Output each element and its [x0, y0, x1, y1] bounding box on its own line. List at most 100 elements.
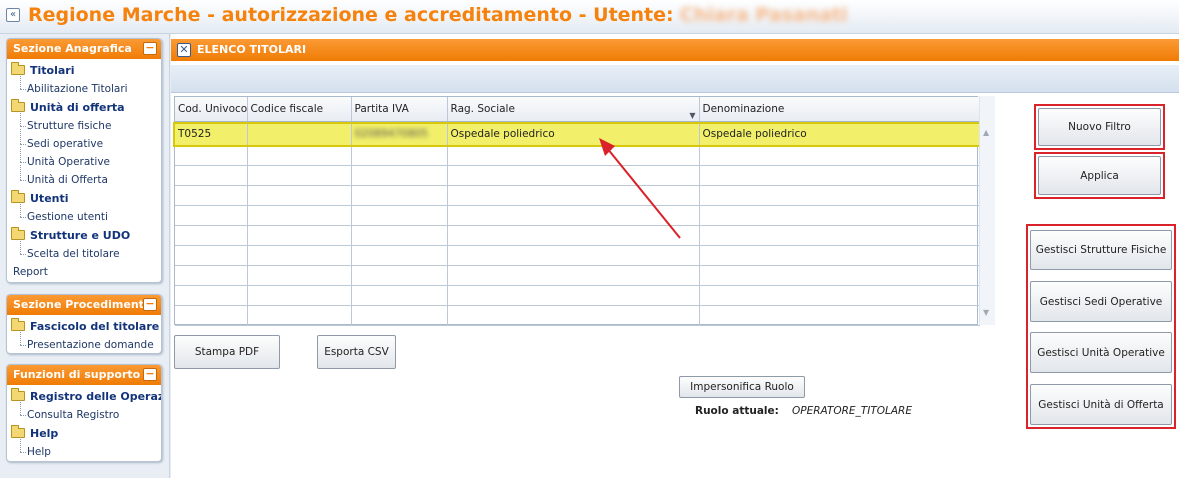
column-label: Rag. Sociale: [450, 102, 515, 115]
folder-icon: [11, 99, 25, 112]
tree-item-strutture-fisiche[interactable]: Strutture fisiche: [11, 111, 161, 135]
tree-item-abilitazione-titolari[interactable]: Abilitazione Titolari: [11, 74, 161, 98]
collapse-panel-icon[interactable]: −: [143, 368, 157, 381]
empty-row: [175, 205, 980, 226]
sort-arrow-icon[interactable]: ▼: [689, 111, 695, 120]
empty-row: [175, 285, 980, 306]
ruolo-label: Ruolo attuale:: [695, 405, 779, 417]
app-header: « Regione Marche - autorizzazione e accr…: [0, 0, 1179, 34]
tree-item-sedi-operative[interactable]: Sedi operative: [11, 129, 161, 153]
tree-group-label: Strutture e UDO: [30, 229, 131, 242]
close-icon[interactable]: ✕: [177, 43, 191, 57]
empty-row: [175, 305, 980, 326]
empty-row: [175, 245, 980, 266]
tree-item-gestione-utenti[interactable]: Gestione utenti: [11, 202, 161, 226]
folder-icon: [11, 227, 25, 240]
collapse-panel-icon[interactable]: −: [143, 42, 157, 55]
tree-item-unita-operative[interactable]: Unità Operative: [11, 147, 161, 171]
tree-group-strutture-e-udo[interactable]: Strutture e UDO: [11, 226, 161, 245]
table-row[interactable]: T0525 02089470805 Ospedale poliedrico Os…: [173, 122, 981, 147]
column-header-codice-fiscale[interactable]: Codice fiscale: [247, 97, 352, 122]
gestisci-sedi-operative-button[interactable]: Gestisci Sedi Operative: [1030, 281, 1172, 322]
scroll-up-icon[interactable]: ▲: [983, 128, 989, 137]
panel-title: Sezione Procedimenti: [13, 298, 148, 311]
tree-item-presentazione-domande[interactable]: Presentazione domande: [11, 330, 161, 354]
tree-item-unita-di-offerta[interactable]: Unità di Offerta: [11, 165, 161, 189]
column-header-denominazione[interactable]: Denominazione: [699, 97, 980, 122]
folder-icon: [11, 388, 25, 401]
panel-header[interactable]: Funzioni di supporto −: [7, 365, 161, 385]
arrow-head: [599, 138, 615, 156]
column-header-rag-sociale[interactable]: Rag. Sociale ▼: [447, 97, 700, 122]
tree-group-label: Registro delle Operazioni: [30, 390, 161, 403]
column-label: Cod. Univoco: [178, 102, 247, 115]
column-label: Denominazione: [702, 102, 785, 115]
arrow-shaft: [606, 147, 681, 239]
tree-group-titolari[interactable]: Titolari: [11, 61, 161, 80]
impersonifica-ruolo-button[interactable]: Impersonifica Ruolo: [679, 376, 805, 398]
folder-icon: [11, 190, 25, 203]
grid-scrollbar[interactable]: ▲ ▼: [979, 96, 995, 325]
panel-header[interactable]: Sezione Anagrafica −: [7, 39, 161, 59]
panel-funzioni-di-supporto: Funzioni di supporto − Registro delle Op…: [6, 364, 162, 462]
gestisci-unita-operative-button[interactable]: Gestisci Unità Operative: [1030, 332, 1172, 373]
scroll-down-icon[interactable]: ▼: [983, 308, 989, 317]
tree-group-registro-delle-operazioni[interactable]: Registro delle Operazioni: [11, 387, 161, 406]
tree-group-help[interactable]: Help: [11, 424, 161, 443]
esporta-csv-button[interactable]: Esporta CSV: [317, 335, 396, 369]
main-panel-title: ELENCO TITOLARI: [197, 43, 307, 56]
folder-icon: [11, 318, 25, 331]
column-label: Codice fiscale: [250, 102, 324, 115]
tree-group-label: Fascicolo del titolare: [30, 320, 160, 333]
empty-row: [175, 165, 980, 186]
gestisci-strutture-fisiche-button[interactable]: Gestisci Strutture Fisiche: [1030, 230, 1172, 270]
cell-partita-iva[interactable]: 02089470805: [351, 124, 448, 146]
grid-header-row: Cod. Univoco Codice fiscale Partita IVA …: [175, 97, 980, 122]
applica-button[interactable]: Applica: [1038, 156, 1161, 195]
empty-row: [175, 225, 980, 246]
tree-group-fascicolo-del-titolare[interactable]: Fascicolo del titolare: [11, 317, 161, 336]
panel-header[interactable]: Sezione Procedimenti −: [7, 295, 161, 315]
tree-group-label: Utenti: [30, 192, 69, 205]
empty-row: [175, 185, 980, 206]
panel-title: Funzioni di supporto: [13, 368, 141, 381]
tree-item-consulta-registro[interactable]: Consulta Registro: [11, 400, 161, 424]
nuovo-filtro-button[interactable]: Nuovo Filtro: [1038, 108, 1161, 146]
tree-group-label: Titolari: [30, 64, 75, 77]
panel-sezione-anagrafica: Sezione Anagrafica − Titolari Abilitazio…: [6, 38, 162, 283]
collapse-panel-icon[interactable]: −: [143, 298, 157, 311]
panel-title: Sezione Anagrafica: [13, 42, 132, 55]
app-title: Regione Marche - autorizzazione e accred…: [28, 4, 848, 26]
partita-iva-value: 02089470805: [354, 128, 429, 141]
toolbar-band: [171, 65, 1179, 93]
titolari-grid: Cod. Univoco Codice fiscale Partita IVA …: [173, 96, 981, 326]
column-header-cod-univoco[interactable]: Cod. Univoco: [175, 97, 248, 122]
main-panel-header: ✕ ELENCO TITOLARI: [171, 39, 1179, 61]
sidebar: Sezione Anagrafica − Titolari Abilitazio…: [0, 34, 170, 478]
tree-group-label: Unità di offerta: [30, 101, 125, 114]
cell-codice-fiscale[interactable]: [247, 124, 352, 146]
cell-denominazione[interactable]: Ospedale poliedrico: [699, 124, 980, 146]
stampa-pdf-button[interactable]: Stampa PDF: [174, 335, 280, 369]
tree-group-unita-di-offerta[interactable]: Unità di offerta: [11, 98, 161, 117]
gestisci-unita-di-offerta-button[interactable]: Gestisci Unità di Offerta: [1030, 384, 1172, 425]
main-content: ✕ ELENCO TITOLARI Cod. Univoco Codice fi…: [171, 34, 1179, 478]
tree-item-report[interactable]: Report: [11, 263, 161, 281]
panel-sezione-procedimenti: Sezione Procedimenti − Fascicolo del tit…: [6, 294, 162, 354]
tree-item-help[interactable]: Help: [11, 437, 161, 461]
annotation-arrow: [599, 138, 681, 239]
ruolo-value: OPERATORE_TITOLARE: [792, 405, 912, 417]
tree-group-utenti[interactable]: Utenti: [11, 189, 161, 208]
empty-row: [175, 145, 980, 166]
tree-item-scelta-del-titolare[interactable]: Scelta del titolare: [11, 239, 161, 263]
cell-cod-univoco[interactable]: T0525: [175, 124, 248, 146]
app-title-text: Regione Marche - autorizzazione e accred…: [28, 4, 674, 26]
column-label: Partita IVA: [354, 102, 409, 115]
folder-icon: [11, 425, 25, 438]
column-header-partita-iva[interactable]: Partita IVA: [351, 97, 448, 122]
empty-row: [175, 265, 980, 286]
folder-icon: [11, 62, 25, 75]
tree-group-label: Help: [30, 427, 59, 440]
collapse-sidebar-icon[interactable]: «: [6, 8, 20, 22]
user-name: Chiara Pasanati: [679, 4, 848, 26]
